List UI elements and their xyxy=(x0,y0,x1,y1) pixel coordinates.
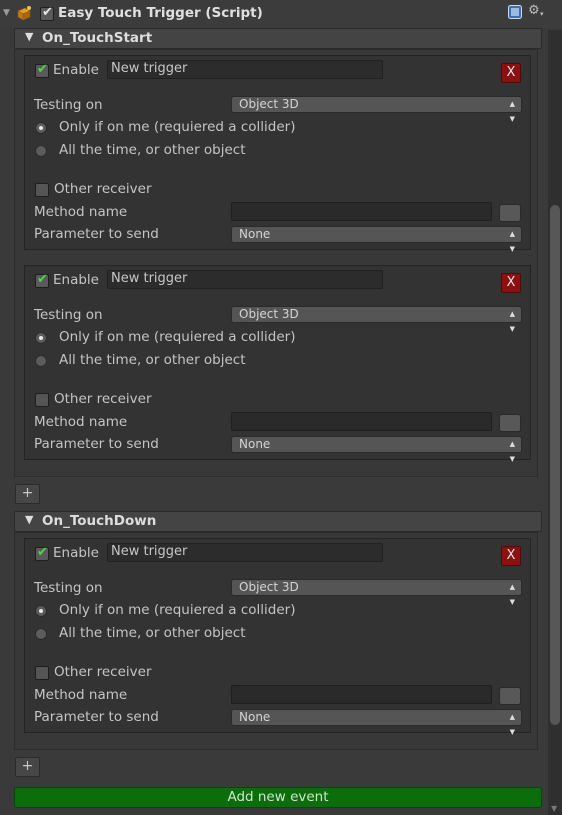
dropdown-value: None xyxy=(239,227,271,241)
dropdown-value: Object 3D xyxy=(239,97,299,111)
dropdown-value: None xyxy=(239,437,271,451)
dropdown-value: Object 3D xyxy=(239,307,299,321)
radio-all-the-time[interactable] xyxy=(35,145,47,157)
parameter-label: Parameter to send xyxy=(34,709,159,725)
check-icon: ✔ xyxy=(37,272,48,287)
testing-on-label: Testing on xyxy=(34,307,103,323)
section-header-touchstart[interactable]: ▼ On_TouchStart xyxy=(14,28,542,49)
radio-label: Only if on me (requiered a collider) xyxy=(59,119,296,135)
trigger-name-field[interactable]: New trigger xyxy=(107,270,383,289)
fold-arrow-icon: ▼ xyxy=(25,30,34,43)
other-receiver-label: Other receiver xyxy=(54,391,152,407)
testing-on-dropdown[interactable]: Object 3D ▲ ▼ xyxy=(231,306,522,333)
enable-checkbox[interactable]: ✔ xyxy=(35,62,49,78)
method-name-label: Method name xyxy=(34,414,128,430)
component-title: Easy Touch Trigger (Script) xyxy=(58,5,263,21)
radio-only-if-on-me[interactable] xyxy=(35,332,47,344)
section-title: On_TouchDown xyxy=(42,513,157,529)
dropdown-arrow-icon: ▲ ▼ xyxy=(509,440,515,463)
other-receiver-checkbox[interactable] xyxy=(35,666,49,680)
other-receiver-label: Other receiver xyxy=(54,181,152,197)
gear-icon[interactable]: ⚙ xyxy=(528,3,540,18)
script-component-icon xyxy=(16,5,32,21)
method-name-label: Method name xyxy=(34,204,128,220)
radio-label: All the time, or other object xyxy=(59,142,246,158)
parameter-dropdown[interactable]: None ▲ ▼ xyxy=(231,436,522,463)
dropdown-arrow-icon: ▲ ▼ xyxy=(509,100,515,123)
dropdown-arrow-icon: ▲ ▼ xyxy=(509,583,515,606)
gear-dropdown-icon[interactable]: ▾ xyxy=(540,10,544,18)
other-receiver-label: Other receiver xyxy=(54,664,152,680)
parameter-dropdown[interactable]: None ▲ ▼ xyxy=(231,226,522,253)
trigger-card: ✔ Enable New trigger X Testing on Object… xyxy=(24,55,531,253)
fold-arrow-icon: ▼ xyxy=(25,513,34,526)
parameter-label: Parameter to send xyxy=(34,226,159,242)
scroll-down-icon[interactable]: ▼ xyxy=(551,804,557,813)
section-title: On_TouchStart xyxy=(42,30,153,46)
trigger-name-field[interactable]: New trigger xyxy=(107,60,383,79)
dropdown-value: Object 3D xyxy=(239,580,299,594)
parameter-dropdown[interactable]: None ▲ ▼ xyxy=(231,709,522,736)
add-new-event-button[interactable]: Add new event xyxy=(14,787,542,808)
trigger-card: ✔ Enable New trigger X Testing on Object… xyxy=(24,265,531,463)
enable-checkbox[interactable]: ✔ xyxy=(35,272,49,288)
radio-only-if-on-me[interactable] xyxy=(35,605,47,617)
radio-only-if-on-me[interactable] xyxy=(35,122,47,134)
fold-arrow-icon[interactable]: ▼ xyxy=(3,8,10,18)
testing-on-label: Testing on xyxy=(34,580,103,596)
enable-checkbox[interactable]: ✔ xyxy=(35,545,49,561)
dropdown-value: None xyxy=(239,710,271,724)
radio-all-the-time[interactable] xyxy=(35,628,47,640)
section-header-touchdown[interactable]: ▼ On_TouchDown xyxy=(14,511,542,532)
method-picker-button[interactable] xyxy=(499,204,521,222)
scrollbar-thumb[interactable] xyxy=(550,205,560,725)
enable-label: Enable xyxy=(53,62,99,78)
dropdown-arrow-icon: ▲ ▼ xyxy=(509,310,515,333)
method-name-field[interactable] xyxy=(231,202,492,221)
method-name-field[interactable] xyxy=(231,412,492,431)
radio-all-the-time[interactable] xyxy=(35,355,47,367)
check-icon: ✔ xyxy=(42,5,53,20)
dropdown-arrow-icon: ▲ ▼ xyxy=(509,230,515,253)
help-icon[interactable] xyxy=(508,5,522,19)
radio-label: All the time, or other object xyxy=(59,352,246,368)
method-name-label: Method name xyxy=(34,687,128,703)
check-icon: ✔ xyxy=(37,62,48,77)
delete-trigger-button[interactable]: X xyxy=(501,63,521,83)
testing-on-dropdown[interactable]: Object 3D ▲ ▼ xyxy=(231,96,522,123)
method-picker-button[interactable] xyxy=(499,414,521,432)
testing-on-label: Testing on xyxy=(34,97,103,113)
parameter-label: Parameter to send xyxy=(34,436,159,452)
add-trigger-button[interactable]: + xyxy=(15,484,40,504)
other-receiver-checkbox[interactable] xyxy=(35,393,49,407)
trigger-card: ✔ Enable New trigger X Testing on Object… xyxy=(24,538,531,736)
component-header: ▼ ✔ Easy Touch Trigger (Script) ⚙ ▾ xyxy=(0,0,562,28)
enable-label: Enable xyxy=(53,272,99,288)
check-icon: ✔ xyxy=(37,545,48,560)
radio-label: Only if on me (requiered a collider) xyxy=(59,602,296,618)
radio-label: Only if on me (requiered a collider) xyxy=(59,329,296,345)
trigger-name-field[interactable]: New trigger xyxy=(107,543,383,562)
other-receiver-checkbox[interactable] xyxy=(35,183,49,197)
testing-on-dropdown[interactable]: Object 3D ▲ ▼ xyxy=(231,579,522,606)
radio-label: All the time, or other object xyxy=(59,625,246,641)
delete-trigger-button[interactable]: X xyxy=(501,273,521,293)
enable-label: Enable xyxy=(53,545,99,561)
add-trigger-button[interactable]: + xyxy=(15,757,40,777)
component-enabled-checkbox[interactable]: ✔ xyxy=(40,5,54,21)
method-picker-button[interactable] xyxy=(499,687,521,705)
dropdown-arrow-icon: ▲ ▼ xyxy=(509,713,515,736)
method-name-field[interactable] xyxy=(231,685,492,704)
delete-trigger-button[interactable]: X xyxy=(501,546,521,566)
